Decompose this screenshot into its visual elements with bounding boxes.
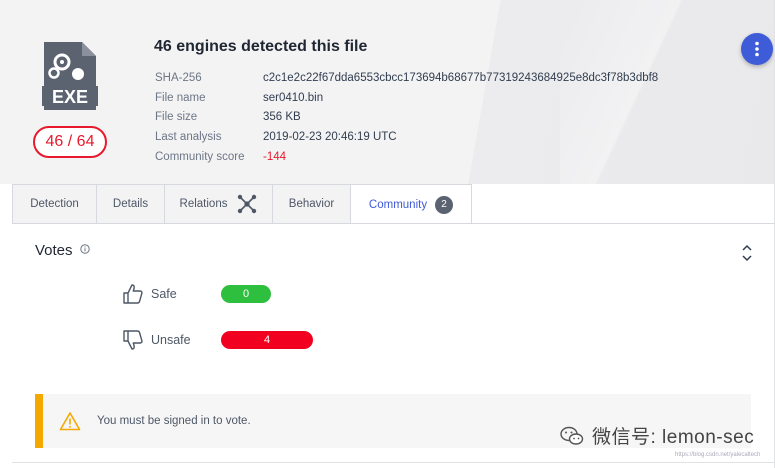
tab-relations[interactable]: Relations [164, 184, 272, 223]
vote-unsafe-row: Unsafe 4 [121, 328, 313, 352]
votes-heading: Votes [35, 242, 73, 259]
panel-bottom-border [12, 462, 775, 463]
meta-key: SHA-256 [155, 71, 202, 84]
detection-score-badge: 46 / 64 [33, 126, 107, 158]
safe-count: 0 [242, 288, 250, 300]
wechat-watermark: 微信号: lemon-sec [560, 422, 754, 449]
info-icon[interactable] [80, 244, 90, 254]
vote-safe-row: Safe 0 [121, 282, 271, 306]
wechat-icon [560, 426, 584, 445]
meta-row-community-score: Community score -144 [155, 147, 658, 167]
file-metadata: SHA-256 c2c1e2c22f67dda6553cbcc173694b68… [155, 68, 658, 167]
tab-label: Details [112, 198, 149, 210]
warning-icon [59, 412, 81, 431]
safe-label: Safe [151, 287, 177, 301]
last-analysis-value: 2019-02-23 20:46:19 UTC [263, 131, 397, 144]
meta-row-last-analysis: Last analysis 2019-02-23 20:46:19 UTC [155, 127, 658, 147]
collapse-chevron-icon[interactable] [741, 244, 753, 262]
filesize-value: 356 KB [263, 111, 301, 124]
filename-value: ser0410.bin [263, 91, 324, 104]
tab-label: Relations [179, 198, 228, 210]
tab-details[interactable]: Details [96, 184, 164, 223]
sha256-value[interactable]: c2c1e2c22f67dda6553cbcc173694b68677b7731… [263, 72, 658, 84]
community-count-badge: 2 [435, 195, 454, 214]
tab-label: Behavior [288, 198, 335, 210]
graph-network-icon [238, 194, 257, 214]
exe-file-icon: EXE [42, 42, 98, 110]
unsafe-count: 4 [263, 334, 271, 346]
meta-row-sha256: SHA-256 c2c1e2c22f67dda6553cbcc173694b68… [155, 68, 658, 88]
meta-row-filename: File name ser0410.bin [155, 88, 658, 108]
watermark-text: 微信号: lemon-sec [592, 427, 755, 448]
more-options-button[interactable] [741, 33, 773, 65]
source-url: https://blog.csdn.net/yalecaltech [675, 452, 761, 458]
safe-votes-bar: 0 [221, 285, 271, 303]
thumbs-down-icon[interactable] [121, 328, 145, 352]
community-score-value: -144 [263, 151, 287, 164]
meta-key: File name [155, 91, 206, 104]
thumbs-up-icon[interactable] [121, 282, 145, 306]
unsafe-label: Unsafe [151, 333, 191, 347]
notice-text: You must be signed in to vote. [97, 415, 251, 427]
tab-behavior[interactable]: Behavior [272, 184, 350, 223]
meta-row-filesize: File size 356 KB [155, 108, 658, 128]
meta-key: File size [155, 111, 198, 124]
page-title: 46 engines detected this file [154, 38, 368, 55]
unsafe-votes-bar: 4 [221, 331, 313, 349]
tab-label: Detection [30, 198, 79, 210]
more-vert-icon [755, 41, 759, 57]
tab-label: Community [368, 198, 428, 211]
file-type-label: EXE [52, 87, 88, 107]
tab-community[interactable]: Community 2 [350, 184, 472, 224]
tab-bar: Detection Details Relations Behavior Com… [12, 184, 472, 224]
tab-detection[interactable]: Detection [12, 184, 96, 223]
meta-key: Community score [155, 151, 245, 164]
meta-key: Last analysis [155, 131, 222, 144]
